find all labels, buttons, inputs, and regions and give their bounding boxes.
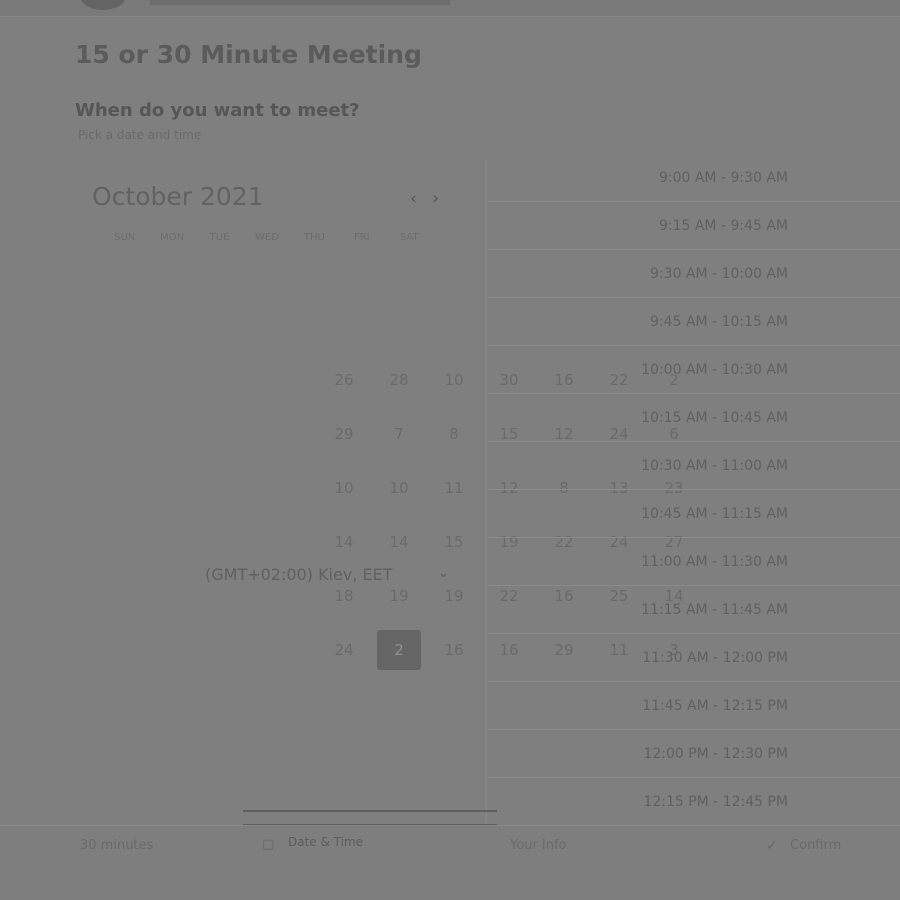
calendar-day[interactable]: 19 xyxy=(432,576,476,616)
footer-date-time[interactable]: Date & Time xyxy=(288,835,363,849)
top-bar xyxy=(0,0,900,17)
weekday-sat: SAT xyxy=(399,232,419,243)
page-title: 15 or 30 Minute Meeting xyxy=(75,40,422,69)
time-slot[interactable]: 10:30 AM - 11:00 AM xyxy=(488,442,900,490)
weekday-tue: TUE xyxy=(209,232,230,243)
time-slot[interactable]: 11:30 AM - 12:00 PM xyxy=(488,634,900,682)
footer-your-info[interactable]: Your Info xyxy=(510,838,567,853)
calendar-day[interactable]: 14 xyxy=(377,522,421,562)
calendar-day[interactable]: 24 xyxy=(322,630,366,670)
scroll-line-top xyxy=(243,810,497,812)
helper-text: Pick a date and time xyxy=(78,128,202,142)
calendar-day[interactable]: 15 xyxy=(432,522,476,562)
time-slot[interactable]: 9:00 AM - 9:30 AM xyxy=(488,154,900,202)
calendar-icon: ▢ xyxy=(262,837,275,852)
time-slot[interactable]: 11:15 AM - 11:45 AM xyxy=(488,586,900,634)
avatar xyxy=(80,0,126,10)
time-slot[interactable]: 11:00 AM - 11:30 AM xyxy=(488,538,900,586)
time-slot[interactable]: 9:30 AM - 10:00 AM xyxy=(488,250,900,298)
weekday-thu: THU xyxy=(303,232,325,243)
time-slot[interactable]: 12:15 PM - 12:45 PM xyxy=(488,778,900,826)
calendar-day[interactable]: 28 xyxy=(377,360,421,400)
calendar-day[interactable]: 11 xyxy=(432,468,476,508)
calendar-day[interactable]: 26 xyxy=(322,360,366,400)
footer-duration: 30 minutes xyxy=(80,838,154,853)
weekday-fri: FRI xyxy=(353,232,370,243)
calendar-day[interactable]: 7 xyxy=(377,414,421,454)
weekday-mon: MON xyxy=(160,232,185,243)
weekday-header: SUN MON TUE WED THU FRI SAT xyxy=(102,232,432,243)
time-slot-list: 9:00 AM - 9:30 AM 9:15 AM - 9:45 AM 9:30 A… xyxy=(488,154,900,826)
calendar-day[interactable]: 10 xyxy=(432,360,476,400)
meeting-scheduler-page: 15 or 30 Minute Meeting When do you want… xyxy=(0,0,900,900)
time-slot[interactable]: 10:45 AM - 11:15 AM xyxy=(488,490,900,538)
time-slot[interactable]: 9:15 AM - 9:45 AM xyxy=(488,202,900,250)
time-slot[interactable]: 12:00 PM - 12:30 PM xyxy=(488,730,900,778)
footer-confirm[interactable]: Confirm xyxy=(790,838,841,853)
time-slot[interactable]: 10:15 AM - 10:45 AM xyxy=(488,394,900,442)
meeting-question: When do you want to meet? xyxy=(75,100,360,121)
chevron-left-icon[interactable]: ‹ xyxy=(410,188,417,209)
calendar-day-selected[interactable]: 2 xyxy=(377,630,421,670)
chevron-right-icon[interactable]: › xyxy=(432,188,439,209)
calendar-day[interactable]: 10 xyxy=(377,468,421,508)
time-slot[interactable]: 9:45 AM - 10:15 AM xyxy=(488,298,900,346)
weekday-wed: WED xyxy=(255,232,279,243)
calendar-day[interactable]: 10 xyxy=(322,468,366,508)
top-bar-fade xyxy=(150,0,450,5)
calendar-month: October 2021 xyxy=(92,182,264,211)
calendar-day[interactable]: 14 xyxy=(322,522,366,562)
calendar-day[interactable]: 8 xyxy=(432,414,476,454)
panel-divider xyxy=(486,160,487,825)
chevron-down-icon[interactable]: ⌄ xyxy=(438,566,449,581)
time-slot[interactable]: 10:00 AM - 10:30 AM xyxy=(488,346,900,394)
weekday-sun: SUN xyxy=(114,232,136,243)
timezone-select[interactable]: (GMT+02:00) Kiev, EET xyxy=(205,565,392,584)
calendar-day[interactable]: 29 xyxy=(322,414,366,454)
time-slot[interactable]: 11:45 AM - 12:15 PM xyxy=(488,682,900,730)
footer-bar: 30 minutes ▢ Date & Time Your Info ✓ Con… xyxy=(0,825,900,900)
check-icon: ✓ xyxy=(766,838,778,854)
calendar-day[interactable]: 16 xyxy=(432,630,476,670)
